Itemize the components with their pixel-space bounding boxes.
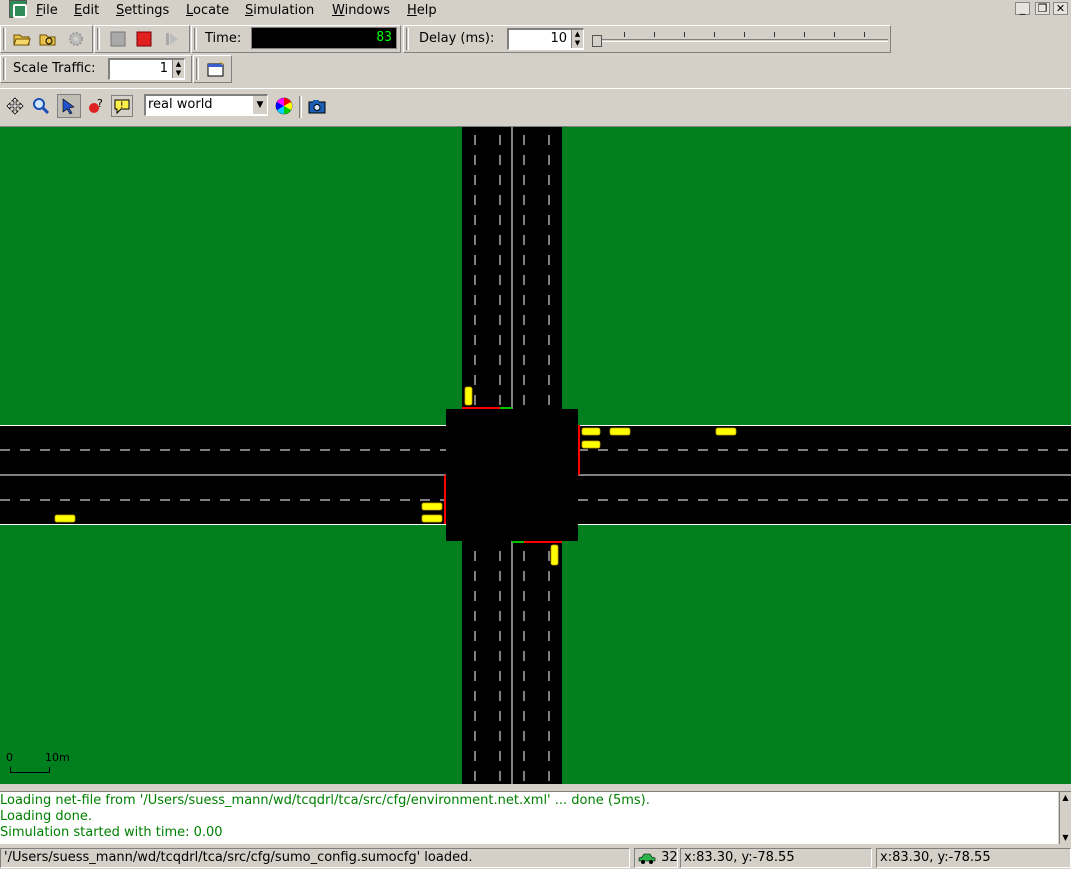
time-label: Time: bbox=[205, 31, 242, 46]
restore-icon[interactable]: ❐ bbox=[1035, 2, 1050, 15]
menu-help[interactable]: Help bbox=[407, 3, 437, 18]
stop-icon[interactable] bbox=[133, 28, 155, 50]
vehicle bbox=[54, 514, 76, 523]
menu-file[interactable]: File bbox=[36, 3, 58, 18]
scale-traffic-spinner[interactable]: 1 ▲ ▼ bbox=[108, 58, 185, 80]
show-tooltips-icon[interactable]: ! bbox=[111, 95, 133, 117]
delay-spinner[interactable]: 10 ▲ ▼ bbox=[507, 28, 584, 50]
menu-locate[interactable]: Locate bbox=[186, 3, 229, 18]
slider-thumb[interactable] bbox=[592, 35, 602, 47]
vehicle bbox=[581, 440, 601, 449]
toolbar-grip[interactable] bbox=[3, 28, 6, 50]
slider-tick bbox=[864, 32, 865, 37]
toolbar-grip[interactable] bbox=[97, 28, 100, 50]
scale-traffic-label: Scale Traffic: bbox=[13, 61, 96, 76]
slider-tick bbox=[624, 32, 625, 37]
scale-end-label: 10m bbox=[45, 751, 70, 764]
run-toolbar bbox=[94, 25, 190, 53]
zoom-icon[interactable] bbox=[30, 95, 52, 117]
slider-tick bbox=[774, 32, 775, 37]
step-icon[interactable] bbox=[161, 28, 183, 50]
toolbar-grip[interactable] bbox=[406, 28, 409, 50]
slider-tick bbox=[714, 32, 715, 37]
menu-file-label: File bbox=[36, 3, 58, 18]
open-simulation-icon[interactable] bbox=[11, 28, 33, 50]
menu-help-label: Help bbox=[407, 3, 437, 18]
scale-value: 1 bbox=[159, 61, 168, 76]
menu-locate-label: Locate bbox=[186, 3, 230, 18]
chevron-down-icon[interactable]: ▼ bbox=[253, 96, 267, 114]
new-view-icon[interactable] bbox=[205, 58, 227, 80]
close-icon[interactable]: ✕ bbox=[1053, 2, 1068, 15]
vehicle bbox=[421, 514, 443, 523]
delay-slider[interactable] bbox=[590, 30, 888, 50]
delay-label: Delay (ms): bbox=[419, 31, 495, 46]
vehicle bbox=[550, 544, 559, 566]
toolbar-separator bbox=[299, 96, 302, 118]
run-icon[interactable] bbox=[107, 28, 129, 50]
vehicle-count-value: 32 bbox=[661, 850, 678, 865]
vehicle-count: 32 bbox=[634, 848, 678, 868]
menu-edit-label: Edit bbox=[74, 3, 100, 18]
network-drawing bbox=[0, 127, 1071, 784]
color-scheme-select[interactable]: real world ▼ bbox=[144, 94, 268, 116]
spinner-arrows-icon[interactable]: ▲ ▼ bbox=[571, 30, 583, 48]
scale-start-label: 0 bbox=[6, 751, 13, 764]
reload-icon[interactable] bbox=[37, 28, 59, 50]
spinner-arrows-icon[interactable]: ▲ ▼ bbox=[172, 60, 184, 78]
slider-tick bbox=[804, 32, 805, 37]
delay-value: 10 bbox=[550, 31, 567, 46]
message-window: Loading net-file from '/Users/suess_mann… bbox=[0, 792, 1058, 844]
message-scrollbar[interactable]: ▲ ▼ bbox=[1059, 792, 1071, 844]
recenter-view-icon[interactable] bbox=[4, 95, 26, 117]
message-line: Loading net-file from '/Users/suess_mann… bbox=[0, 793, 650, 808]
new-view-toolbar bbox=[193, 55, 232, 83]
menu-simulation[interactable]: Simulation bbox=[245, 3, 314, 18]
menu-bar: File Edit Settings Locate Simulation Win… bbox=[0, 0, 1071, 24]
slider-tick bbox=[834, 32, 835, 37]
menu-edit[interactable]: Edit bbox=[74, 3, 99, 18]
svg-text:?: ? bbox=[97, 97, 103, 110]
slider-tick bbox=[744, 32, 745, 37]
scroll-up-icon[interactable]: ▲ bbox=[1060, 792, 1071, 804]
status-bar: '/Users/suess_mann/wd/tcqdrl/tca/src/cfg… bbox=[0, 846, 1071, 869]
menu-simulation-label: Simulation bbox=[245, 3, 315, 18]
vehicle bbox=[464, 386, 473, 406]
cursor-coords: x:83.30, y:-78.55 bbox=[680, 848, 872, 868]
splitter[interactable] bbox=[0, 784, 1071, 792]
menu-settings-label: Settings bbox=[116, 3, 170, 18]
locate-junction-icon[interactable]: ? bbox=[85, 95, 107, 117]
scale-bar bbox=[10, 767, 50, 773]
simulation-canvas[interactable]: 0 10m bbox=[0, 126, 1071, 784]
minimize-icon[interactable]: _ bbox=[1015, 2, 1030, 15]
slider-tick bbox=[654, 32, 655, 37]
screenshot-camera-icon[interactable] bbox=[306, 95, 328, 117]
car-icon bbox=[638, 853, 656, 864]
select-pointer-icon[interactable] bbox=[57, 94, 81, 118]
svg-text:!: ! bbox=[120, 101, 124, 111]
vehicle bbox=[609, 427, 631, 436]
menu-windows[interactable]: Windows bbox=[332, 3, 390, 18]
edit-coloring-icon[interactable] bbox=[273, 95, 295, 117]
toolbar-grip[interactable] bbox=[196, 58, 199, 80]
status-message: '/Users/suess_mann/wd/tcqdrl/tca/src/cfg… bbox=[0, 848, 630, 868]
color-scheme-value: real world bbox=[148, 97, 213, 112]
vehicle bbox=[421, 502, 443, 511]
toolbar-grip[interactable] bbox=[3, 58, 6, 80]
geo-coords: x:83.30, y:-78.55 bbox=[876, 848, 1071, 868]
app-logo-icon bbox=[9, 0, 27, 18]
message-line: Loading done. bbox=[0, 809, 92, 824]
settings-gear-icon[interactable] bbox=[65, 28, 87, 50]
menu-windows-label: Windows bbox=[332, 3, 391, 18]
slider-track bbox=[594, 39, 888, 42]
toolbar-grip[interactable] bbox=[194, 28, 197, 50]
menu-settings[interactable]: Settings bbox=[116, 3, 169, 18]
message-line: Simulation started with time: 0.00 bbox=[0, 825, 223, 840]
scroll-down-icon[interactable]: ▼ bbox=[1060, 832, 1071, 844]
vehicle bbox=[581, 427, 601, 436]
file-toolbar bbox=[0, 25, 93, 53]
slider-tick bbox=[684, 32, 685, 37]
time-display: 83 bbox=[251, 27, 397, 49]
vehicle bbox=[715, 427, 737, 436]
